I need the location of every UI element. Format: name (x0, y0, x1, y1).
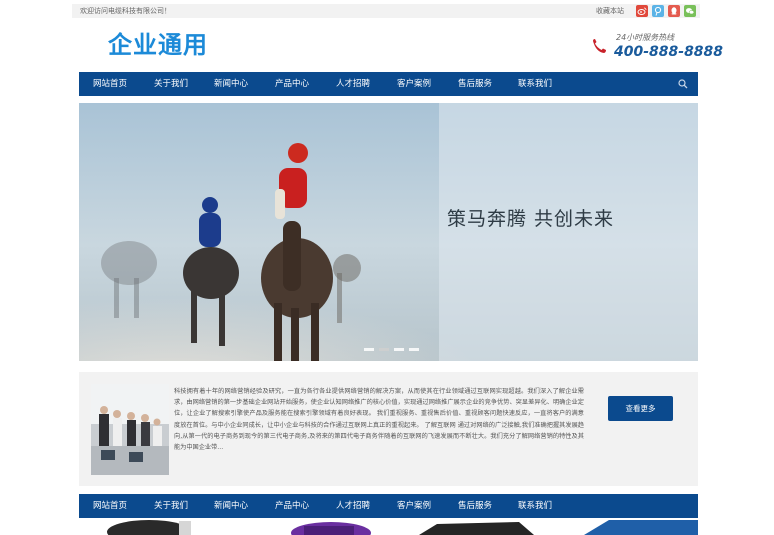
hotline-label: 24小时服务热线 (616, 33, 675, 42)
nav-item-products[interactable]: 产品中心 (275, 494, 309, 518)
nav-item-news[interactable]: 新闻中心 (214, 494, 248, 518)
search-icon[interactable] (678, 79, 688, 89)
slider-dot[interactable] (394, 348, 404, 351)
top-bar-strip: 欢迎访问电缆科技有限公司！ 收藏本站 (72, 4, 700, 18)
nav-item-cases[interactable]: 客户案例 (397, 494, 431, 518)
product-strip (79, 518, 698, 535)
nav-item-contact[interactable]: 联系我们 (518, 72, 552, 96)
nav-item-contact[interactable]: 联系我们 (518, 494, 552, 518)
nav-item-jobs[interactable]: 人才招聘 (336, 494, 370, 518)
top-bar: 欢迎访问电缆科技有限公司！ 收藏本站 (0, 0, 774, 22)
slider-dot[interactable] (409, 348, 419, 351)
welcome-text: 欢迎访问电缆科技有限公司！ (80, 7, 171, 15)
hero-banner[interactable]: 策马奔腾 共创未来 (79, 103, 698, 361)
about-section: 科技拥有着十年的网络营销经验及研究，一直为各行各业提供网络营销的解决方案，从而使… (79, 372, 698, 486)
view-more-button[interactable]: 查看更多 (608, 396, 673, 421)
weibo-icon[interactable] (636, 5, 648, 17)
nav-item-service[interactable]: 售后服务 (458, 494, 492, 518)
nav-item-service[interactable]: 售后服务 (458, 72, 492, 96)
secondary-nav: 网站首页 关于我们 新闻中心 产品中心 人才招聘 客户案例 售后服务 联系我们 (79, 494, 698, 518)
nav-item-jobs[interactable]: 人才招聘 (336, 72, 370, 96)
banner-image: 策马奔腾 共创未来 (79, 103, 698, 361)
nav-item-news[interactable]: 新闻中心 (214, 72, 248, 96)
site-logo[interactable]: 企业通用 (108, 30, 208, 60)
banner-slogan: 策马奔腾 共创未来 (447, 208, 614, 230)
nav-item-home[interactable]: 网站首页 (93, 494, 127, 518)
slider-dot[interactable] (364, 348, 374, 351)
product-image[interactable] (584, 520, 698, 535)
product-image[interactable] (291, 522, 371, 535)
main-nav: 网站首页 关于我们 新闻中心 产品中心 人才招聘 客户案例 售后服务 联系我们 (79, 72, 698, 96)
nav-item-products[interactable]: 产品中心 (275, 72, 309, 96)
tencent-weibo-icon[interactable] (652, 5, 664, 17)
hotline-number: 400-888-8888 (614, 44, 724, 60)
team-photo (91, 384, 169, 475)
product-image[interactable] (107, 520, 191, 535)
slider-dot-active[interactable] (379, 348, 389, 351)
product-image[interactable] (419, 522, 534, 535)
nav-item-about[interactable]: 关于我们 (154, 494, 188, 518)
wechat-icon[interactable] (684, 5, 696, 17)
favorite-link[interactable]: 收藏本站 (596, 5, 624, 17)
phone-icon (593, 39, 606, 53)
qq-icon[interactable] (668, 5, 680, 17)
nav-item-home[interactable]: 网站首页 (93, 72, 127, 96)
nav-item-cases[interactable]: 客户案例 (397, 72, 431, 96)
nav-item-about[interactable]: 关于我们 (154, 72, 188, 96)
about-text: 科技拥有着十年的网络营销经验及研究，一直为各行各业提供网络营销的解决方案，从而使… (174, 388, 584, 452)
